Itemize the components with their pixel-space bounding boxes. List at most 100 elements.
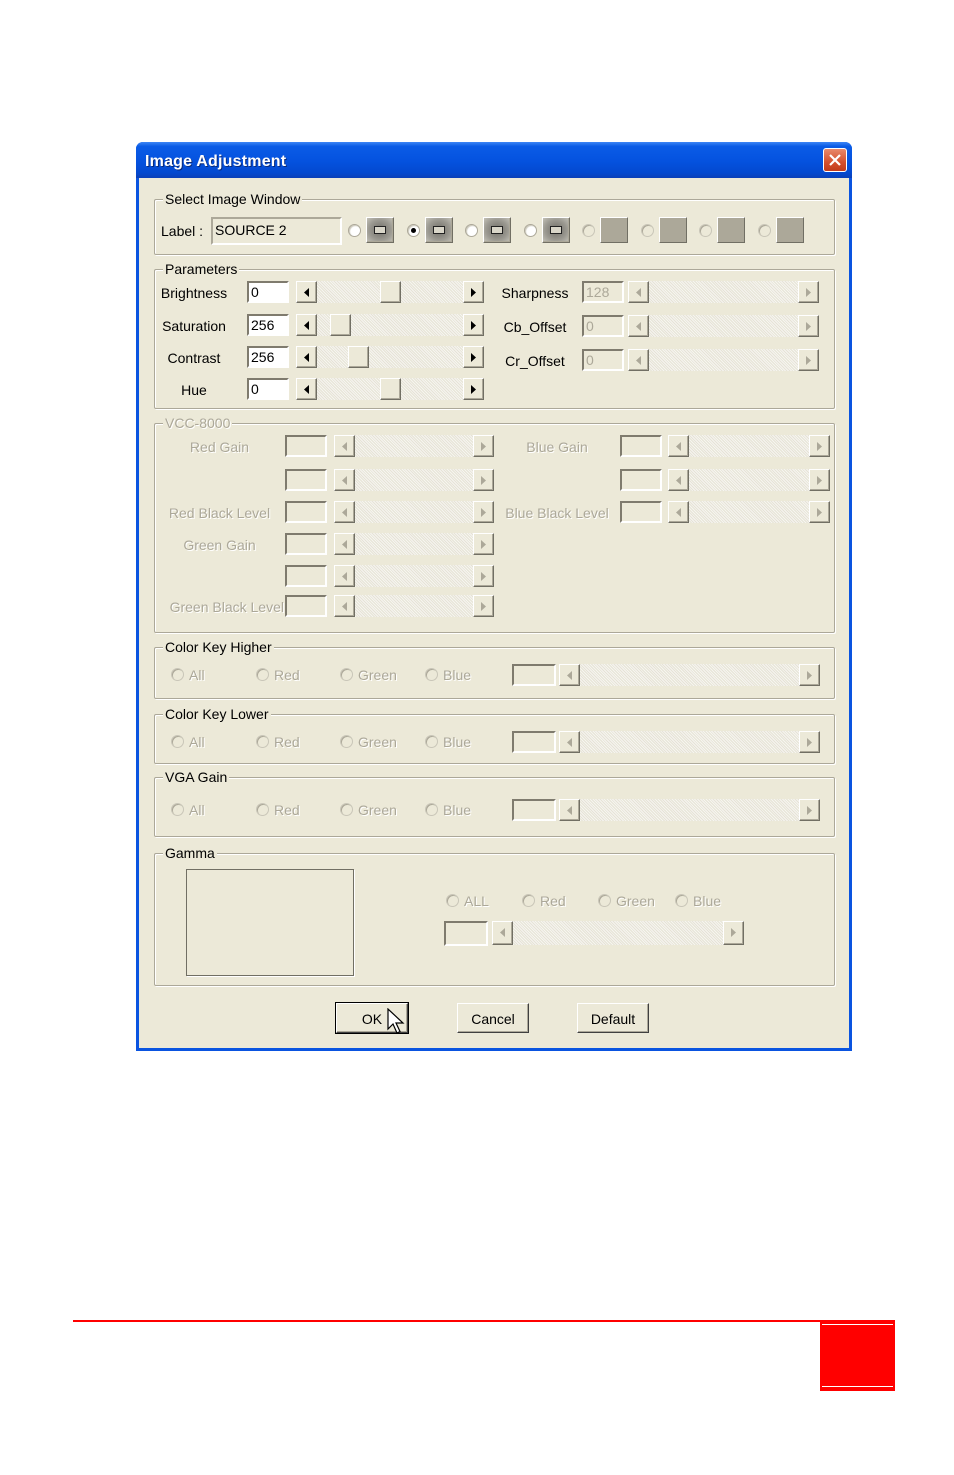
scroll-right-button[interactable] <box>473 501 494 523</box>
window-button-5[interactable] <box>600 217 628 243</box>
radio-blue[interactable] <box>425 668 438 681</box>
radio-red[interactable] <box>256 668 269 681</box>
label-field[interactable]: SOURCE 2 <box>211 217 342 245</box>
window-radio-1[interactable] <box>348 224 361 237</box>
scroll-right-button[interactable] <box>723 921 744 945</box>
vcc-slider[interactable] <box>334 435 494 457</box>
scroll-left-button[interactable] <box>559 799 580 821</box>
scroll-right-button[interactable] <box>463 346 484 368</box>
vcc-value-field[interactable] <box>285 501 327 523</box>
window-radio-5[interactable] <box>582 224 595 237</box>
scroll-right-button[interactable] <box>798 349 819 371</box>
scroll-right-button[interactable] <box>798 315 819 337</box>
vcc-value-field[interactable] <box>620 501 662 523</box>
param-slider[interactable] <box>296 378 484 400</box>
window-button-4[interactable] <box>541 217 570 243</box>
vcc-value-field[interactable] <box>285 595 327 617</box>
radio-all[interactable] <box>171 735 184 748</box>
radio-blue[interactable] <box>425 803 438 816</box>
window-button-2[interactable] <box>424 217 453 243</box>
value-slider[interactable] <box>559 799 820 821</box>
scroll-right-button[interactable] <box>799 799 820 821</box>
param-value-field[interactable]: 0 <box>247 281 289 303</box>
close-button[interactable] <box>823 148 847 172</box>
param-value-field[interactable]: 0 <box>582 349 624 371</box>
scroll-left-button[interactable] <box>334 595 355 617</box>
scroll-left-button[interactable] <box>492 921 513 945</box>
scroll-right-button[interactable] <box>799 664 820 686</box>
scroll-left-button[interactable] <box>334 501 355 523</box>
scroll-right-button[interactable] <box>809 435 830 457</box>
scroll-left-button[interactable] <box>334 533 355 555</box>
scroll-left-button[interactable] <box>334 435 355 457</box>
window-button-6[interactable] <box>658 217 687 243</box>
slider-thumb[interactable] <box>380 378 401 400</box>
scroll-left-button[interactable] <box>296 281 317 303</box>
scroll-left-button[interactable] <box>296 346 317 368</box>
scroll-right-button[interactable] <box>473 435 494 457</box>
scroll-right-button[interactable] <box>798 281 819 303</box>
window-button-8[interactable] <box>775 217 804 243</box>
vcc-slider[interactable] <box>668 501 830 523</box>
window-button-3[interactable] <box>483 217 511 243</box>
scroll-right-button[interactable] <box>463 314 484 336</box>
scroll-left-button[interactable] <box>668 501 689 523</box>
window-button-7[interactable] <box>717 217 745 243</box>
window-button-1[interactable] <box>366 217 394 243</box>
vcc-value-field[interactable] <box>285 469 327 491</box>
scroll-right-button[interactable] <box>463 378 484 400</box>
radio-all[interactable] <box>171 668 184 681</box>
value-field[interactable] <box>512 664 556 686</box>
scroll-left-button[interactable] <box>334 565 355 587</box>
vcc-value-field[interactable] <box>620 469 662 491</box>
radio-all[interactable] <box>171 803 184 816</box>
scroll-left-button[interactable] <box>334 469 355 491</box>
radio-green[interactable] <box>340 735 353 748</box>
vcc-slider[interactable] <box>334 565 494 587</box>
gamma-slider[interactable] <box>492 921 744 945</box>
vcc-slider[interactable] <box>334 501 494 523</box>
scroll-left-button[interactable] <box>668 469 689 491</box>
vcc-slider[interactable] <box>334 533 494 555</box>
param-slider[interactable] <box>628 315 819 337</box>
window-radio-3[interactable] <box>465 224 478 237</box>
vcc-value-field[interactable] <box>285 435 327 457</box>
vcc-value-field[interactable] <box>285 533 327 555</box>
slider-thumb[interactable] <box>330 314 351 336</box>
scroll-left-button[interactable] <box>296 378 317 400</box>
scroll-left-button[interactable] <box>628 349 649 371</box>
radio-green[interactable] <box>340 668 353 681</box>
vcc-slider[interactable] <box>668 469 830 491</box>
gamma-value-field[interactable] <box>444 921 488 946</box>
vcc-slider[interactable] <box>334 469 494 491</box>
slider-thumb[interactable] <box>348 346 369 368</box>
scroll-left-button[interactable] <box>628 315 649 337</box>
cancel-button[interactable]: Cancel <box>457 1003 529 1033</box>
param-slider[interactable] <box>296 314 484 336</box>
scroll-left-button[interactable] <box>559 664 580 686</box>
scroll-right-button[interactable] <box>463 281 484 303</box>
param-value-field[interactable]: 0 <box>247 378 289 400</box>
window-radio-8[interactable] <box>757 224 771 237</box>
param-value-field[interactable]: 256 <box>247 346 289 368</box>
value-slider[interactable] <box>559 731 820 753</box>
param-value-field[interactable]: 256 <box>247 314 289 336</box>
scroll-right-button[interactable] <box>473 533 494 555</box>
value-field[interactable] <box>512 731 556 753</box>
window-radio-2[interactable] <box>406 224 420 237</box>
gamma-radio-all[interactable] <box>446 894 459 907</box>
window-radio-4[interactable] <box>523 224 537 237</box>
param-value-field[interactable]: 0 <box>582 315 624 337</box>
radio-red[interactable] <box>256 803 269 816</box>
scroll-right-button[interactable] <box>809 469 830 491</box>
gamma-radio-red[interactable] <box>522 894 535 907</box>
gamma-radio-green[interactable] <box>598 894 611 907</box>
scroll-left-button[interactable] <box>296 314 317 336</box>
param-slider[interactable] <box>628 349 819 371</box>
window-radio-6[interactable] <box>640 224 654 237</box>
window-radio-7[interactable] <box>699 224 712 237</box>
radio-green[interactable] <box>340 803 353 816</box>
vcc-value-field[interactable] <box>285 565 327 587</box>
title-bar[interactable]: Image Adjustment <box>136 142 852 178</box>
scroll-right-button[interactable] <box>473 565 494 587</box>
